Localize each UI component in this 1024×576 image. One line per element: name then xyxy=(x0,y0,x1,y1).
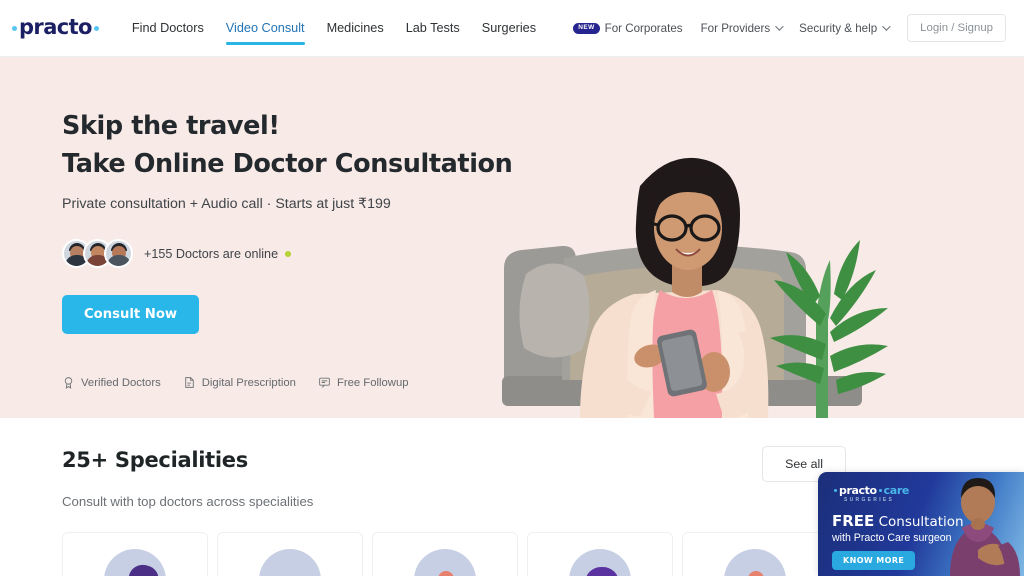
nav-item-surgeries[interactable]: Surgeries xyxy=(471,0,547,57)
hero-subtitle: Private consultation + Audio call · Star… xyxy=(62,196,391,213)
feature-digital-prescription: Digital Prescription xyxy=(183,376,296,389)
nav-item-for-corporates[interactable]: NEW For Corporates xyxy=(564,22,691,35)
ad-brand-sub: SURGERIES xyxy=(844,497,895,503)
nav-item-security-help[interactable]: Security & help xyxy=(790,22,897,35)
verified-badge-icon xyxy=(64,377,73,390)
feature-verified-doctors: Verified Doctors xyxy=(62,376,161,390)
for-providers-label: For Providers xyxy=(700,21,771,35)
document-icon xyxy=(184,377,194,389)
doctors-online-text-wrap: +155 Doctors are online xyxy=(144,246,292,261)
ad-logo-dot-icon xyxy=(878,489,882,492)
feature-label: Free Followup xyxy=(336,376,409,389)
ad-know-more-button[interactable]: KNOW MORE xyxy=(832,551,916,570)
chevron-down-icon xyxy=(775,22,784,31)
feature-label: Digital Prescription xyxy=(201,376,296,389)
chevron-down-icon xyxy=(882,22,891,31)
ad-logo-dot-icon xyxy=(834,489,837,492)
speciality-card[interactable] xyxy=(682,532,828,576)
feature-label: Verified Doctors xyxy=(81,376,161,389)
hero-title-line-1: Skip the travel! xyxy=(62,111,280,141)
feature-free-followup: Free Followup xyxy=(318,376,409,389)
hero-section: Skip the travel! Take Online Doctor Cons… xyxy=(0,57,1024,418)
ad-headline-bold: FREE xyxy=(832,512,875,530)
specialities-header: 25+ Specialities xyxy=(62,448,1024,472)
secondary-navigation: NEW For Corporates For Providers Securit… xyxy=(564,14,1006,42)
doctors-online-count: +155 Doctors are online xyxy=(144,246,279,261)
practo-care-ad-banner[interactable]: practo care SURGERIES FREE Consultation … xyxy=(818,472,1024,576)
hero-feature-list: Verified Doctors Digital Prescription Fr… xyxy=(62,376,1024,390)
consult-now-button[interactable]: Consult Now xyxy=(62,295,200,335)
ad-brand-primary: practo xyxy=(839,484,877,497)
ad-subline: with Practo Care surgeon xyxy=(832,532,952,544)
speciality-illustration xyxy=(259,549,321,576)
hero-content: Skip the travel! Take Online Doctor Cons… xyxy=(0,57,1024,390)
speciality-illustration xyxy=(104,549,166,576)
logo-right-dot-icon xyxy=(93,25,99,31)
main-navigation: Find Doctors Video Consult Medicines Lab… xyxy=(121,0,547,57)
login-signup-button[interactable]: Login / Signup xyxy=(907,14,1006,42)
practo-logo[interactable]: practo xyxy=(12,16,99,40)
hero-title-line-2: Take Online Doctor Consultation xyxy=(62,148,513,179)
specialities-title: 25+ Specialities xyxy=(62,448,248,472)
for-corporates-label: For Corporates xyxy=(604,21,683,35)
speciality-illustration xyxy=(569,549,631,576)
nav-item-video-consult[interactable]: Video Consult xyxy=(215,0,316,57)
nav-item-medicines[interactable]: Medicines xyxy=(316,0,395,57)
speciality-card[interactable] xyxy=(527,532,673,576)
speciality-illustration xyxy=(414,549,476,576)
speciality-card[interactable] xyxy=(62,532,208,576)
ad-headline-rest: Consultation xyxy=(874,514,964,530)
new-badge: NEW xyxy=(573,22,600,34)
security-help-label: Security & help xyxy=(799,21,878,35)
speciality-illustration xyxy=(724,549,786,576)
doctors-online-row: +155 Doctors are online xyxy=(62,239,1024,269)
nav-item-for-providers[interactable]: For Providers xyxy=(692,22,791,35)
site-header: practo Find Doctors Video Consult Medici… xyxy=(0,0,1024,57)
logo-left-dot-icon xyxy=(12,25,17,31)
chat-icon xyxy=(319,378,330,389)
ad-brand-secondary: care xyxy=(883,484,910,497)
doctor-avatar-group xyxy=(62,239,133,269)
hero-title: Skip the travel! Take Online Doctor Cons… xyxy=(62,108,1024,183)
ad-headline: FREE Consultation xyxy=(832,512,964,530)
nav-item-lab-tests[interactable]: Lab Tests xyxy=(395,0,471,57)
online-status-dot-icon xyxy=(285,250,292,257)
avatar xyxy=(104,239,133,269)
nav-item-find-doctors[interactable]: Find Doctors xyxy=(121,0,215,57)
ad-brand-logo: practo care xyxy=(832,484,909,497)
speciality-card[interactable] xyxy=(217,532,363,576)
logo-wordmark: practo xyxy=(19,14,92,39)
speciality-card[interactable] xyxy=(372,532,518,576)
